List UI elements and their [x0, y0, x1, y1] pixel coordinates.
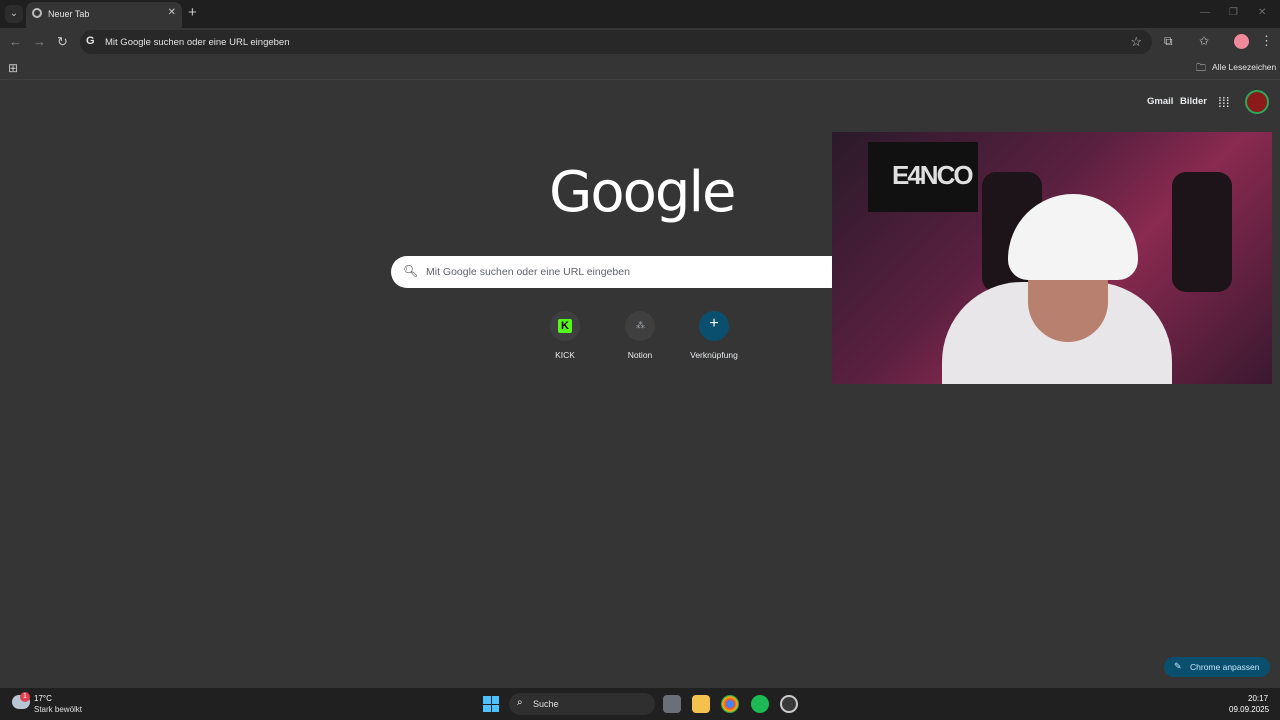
search-placeholder: Mit Google suchen oder eine URL eingeben: [426, 266, 630, 278]
bookmarks-star-icon[interactable]: ✩: [1199, 34, 1209, 48]
restore-icon[interactable]: ❐: [1229, 7, 1238, 18]
bookmark-star-icon[interactable]: ☆: [1130, 34, 1142, 50]
all-bookmarks-link[interactable]: Alle Lesezeichen: [1212, 62, 1276, 72]
weather-description[interactable]: Stark bewölkt: [34, 705, 82, 714]
images-link[interactable]: Bilder: [1180, 96, 1207, 107]
shortcut-label: Notion: [627, 350, 653, 360]
back-icon[interactable]: ←: [9, 34, 22, 49]
notion-icon: ⁂: [636, 320, 645, 330]
new-tab-button[interactable]: +: [188, 4, 197, 21]
chrome-icon[interactable]: [721, 695, 739, 713]
tab-title: Neuer Tab: [48, 9, 90, 19]
apps-shortcut-icon[interactable]: ⊞: [8, 61, 18, 75]
profile-avatar[interactable]: [1234, 34, 1249, 49]
google-apps-icon[interactable]: ⁞⁞⁞: [1218, 94, 1230, 110]
customize-chrome-label: Chrome anpassen: [1190, 662, 1260, 672]
webcam-overlay: E4NCO: [832, 132, 1272, 384]
plus-icon: +: [709, 315, 719, 332]
tab-new-tab[interactable]: Neuer Tab ✕: [26, 2, 182, 28]
customize-chrome-button[interactable]: ✎ Chrome anpassen: [1164, 657, 1270, 677]
pencil-icon: ✎: [1174, 661, 1182, 671]
reload-icon[interactable]: ↻: [57, 34, 68, 50]
extensions-icon[interactable]: ⧉: [1164, 34, 1173, 49]
tab-close-button[interactable]: ✕: [168, 7, 176, 18]
weather-temperature[interactable]: 17°C: [34, 694, 52, 703]
title-bar: ⌄ Neuer Tab ✕ + — ❐ ✕: [0, 0, 1280, 28]
taskbar-search-label: Suche: [533, 699, 559, 709]
clock-time[interactable]: 20:17: [1248, 694, 1268, 703]
address-bar[interactable]: G Mit Google suchen oder eine URL eingeb…: [80, 30, 1152, 54]
google-account-avatar[interactable]: [1245, 90, 1269, 114]
google-logo: Google: [549, 160, 736, 225]
shortcut-notion[interactable]: ⁂ Notion: [605, 311, 675, 371]
address-bar-text: Mit Google suchen oder eine URL eingeben: [105, 37, 290, 48]
gmail-link[interactable]: Gmail: [1147, 96, 1173, 107]
search-icon: ⌕: [517, 697, 523, 708]
kick-icon: K: [558, 319, 572, 333]
windows-taskbar: 1 17°C Stark bewölkt ⌕ Suche 20:17 09.09…: [0, 688, 1280, 720]
chrome-favicon-icon: [32, 8, 42, 18]
taskbar-search[interactable]: ⌕ Suche: [509, 693, 655, 715]
browser-toolbar: ← → ↻ G Mit Google suchen oder eine URL …: [0, 28, 1280, 56]
folder-icon[interactable]: 🗀: [1196, 61, 1206, 78]
file-explorer-icon[interactable]: [692, 695, 710, 713]
weather-badge: 1: [20, 692, 30, 702]
search-box[interactable]: 🔍︎ Mit Google suchen oder eine URL einge…: [391, 256, 891, 288]
clock-date[interactable]: 09.09.2025: [1229, 705, 1269, 714]
webcam-monitor: E4NCO: [868, 142, 978, 212]
obs-icon[interactable]: [780, 695, 798, 713]
shortcut-kick[interactable]: K KICK: [530, 311, 600, 371]
minimize-icon[interactable]: —: [1200, 7, 1210, 18]
shortcut-label: Verknüpfung: [690, 350, 738, 360]
spotify-icon[interactable]: [751, 695, 769, 713]
chrome-menu-icon[interactable]: ⋮: [1260, 33, 1273, 49]
google-g-icon: G: [86, 35, 95, 47]
search-icon: 🔍︎: [403, 264, 419, 278]
bookmarks-bar: ⊞ 🗀 Alle Lesezeichen: [0, 56, 1280, 80]
windows-start-icon[interactable]: [483, 696, 499, 712]
close-window-icon[interactable]: ✕: [1258, 7, 1266, 18]
shortcut-label: KICK: [555, 350, 575, 360]
gaming-chair: [1172, 172, 1232, 292]
task-view-icon[interactable]: [663, 695, 681, 713]
shortcut-add[interactable]: + Verknüpfung: [679, 311, 749, 371]
tab-search-button[interactable]: ⌄: [5, 5, 23, 23]
forward-icon[interactable]: →: [33, 34, 46, 49]
monitor-logo: E4NCO: [892, 160, 974, 190]
